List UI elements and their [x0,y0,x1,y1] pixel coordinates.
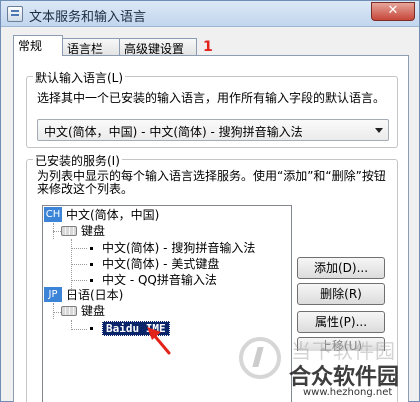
language-badge-icon: JP [44,287,62,302]
tree-keyboard-group[interactable]: 键盘 [61,303,105,319]
tree-keyboard-item-selected[interactable]: Baidu IME [87,320,170,336]
keyboard-icon [61,306,77,316]
tree-language-chinese[interactable]: CH 中文(简体，中国) [44,207,159,223]
keyboard-group-label: 键盘 [81,304,106,318]
keyboard-item-label: 中文(简体) - 搜狗拼音输入法 [102,241,256,255]
tree-keyboard-item[interactable]: 中文(简体) - 美式键盘 [87,256,219,272]
keyboard-item-label: 中文(简体) - 美式键盘 [102,257,220,271]
title-bar[interactable]: 文本服务和输入语言 ✕ [1,1,419,27]
watermark-logo-icon [239,337,281,379]
select-value: 中文(简体，中国) - 中文(简体) - 搜狗拼音输入法 [44,125,303,139]
window-title: 文本服务和输入语言 [29,10,147,25]
tab-advanced-key-settings[interactable]: 高级键设置 [119,38,197,56]
text-services-window: 文本服务和输入语言 ✕ 常规 语言栏 高级键设置 1 默认输入语言(L) 选择其… [0,0,420,402]
tree-language-japanese[interactable]: JP 日语(日本) [44,287,123,303]
tab-language-bar[interactable]: 语言栏 [62,38,120,56]
dropdown-arrow-icon[interactable] [375,128,383,133]
bullet-icon [90,279,93,282]
language-badge-icon: CH [44,207,62,222]
bullet-icon [90,247,93,250]
keyboard-item-label: 中文 - QQ拼音输入法 [102,273,217,287]
default-input-language-select[interactable]: 中文(简体，中国) - 中文(简体) - 搜狗拼音输入法 [37,119,389,141]
bullet-icon [90,327,93,330]
default-input-description: 选择其中一个已安装的输入语言，用作所有输入字段的默认语言。 [37,91,386,105]
tab-general[interactable]: 常规 [13,35,63,56]
keyboard-group-label: 键盘 [81,224,106,238]
close-button[interactable]: ✕ [371,2,415,21]
tree-keyboard-item[interactable]: 中文(简体) - 搜狗拼音输入法 [87,240,255,256]
keyboard-icon [61,226,77,236]
keyboard-window-icon [7,6,23,22]
watermark-url: www.hezhong.net [303,387,393,398]
tree-keyboard-group[interactable]: 键盘 [61,223,105,239]
annotation-number: 1 [203,39,213,55]
installed-services-description: 为列表中显示的每个输入语言选择服务。使用“添加”和“删除”按钮来修改这个列表。 [37,169,386,196]
tree-keyboard-item[interactable]: 中文 - QQ拼音输入法 [87,272,217,288]
language-name: 中文(简体，中国) [66,208,160,222]
delete-button[interactable]: 删除(R) [297,283,385,305]
default-input-language-label: 默认输入语言(L) [33,69,126,86]
bullet-icon [90,263,93,266]
installed-services-label: 已安装的服务(I) [33,152,122,169]
add-button[interactable]: 添加(D)... [297,257,385,279]
selected-keyboard-label: Baidu IME [102,321,170,336]
language-name: 日语(日本) [66,288,124,302]
properties-button[interactable]: 属性(P)... [297,311,385,333]
default-input-language-group: 默认输入语言(L) 选择其中一个已安装的输入语言，用作所有输入字段的默认语言。 … [26,69,398,148]
